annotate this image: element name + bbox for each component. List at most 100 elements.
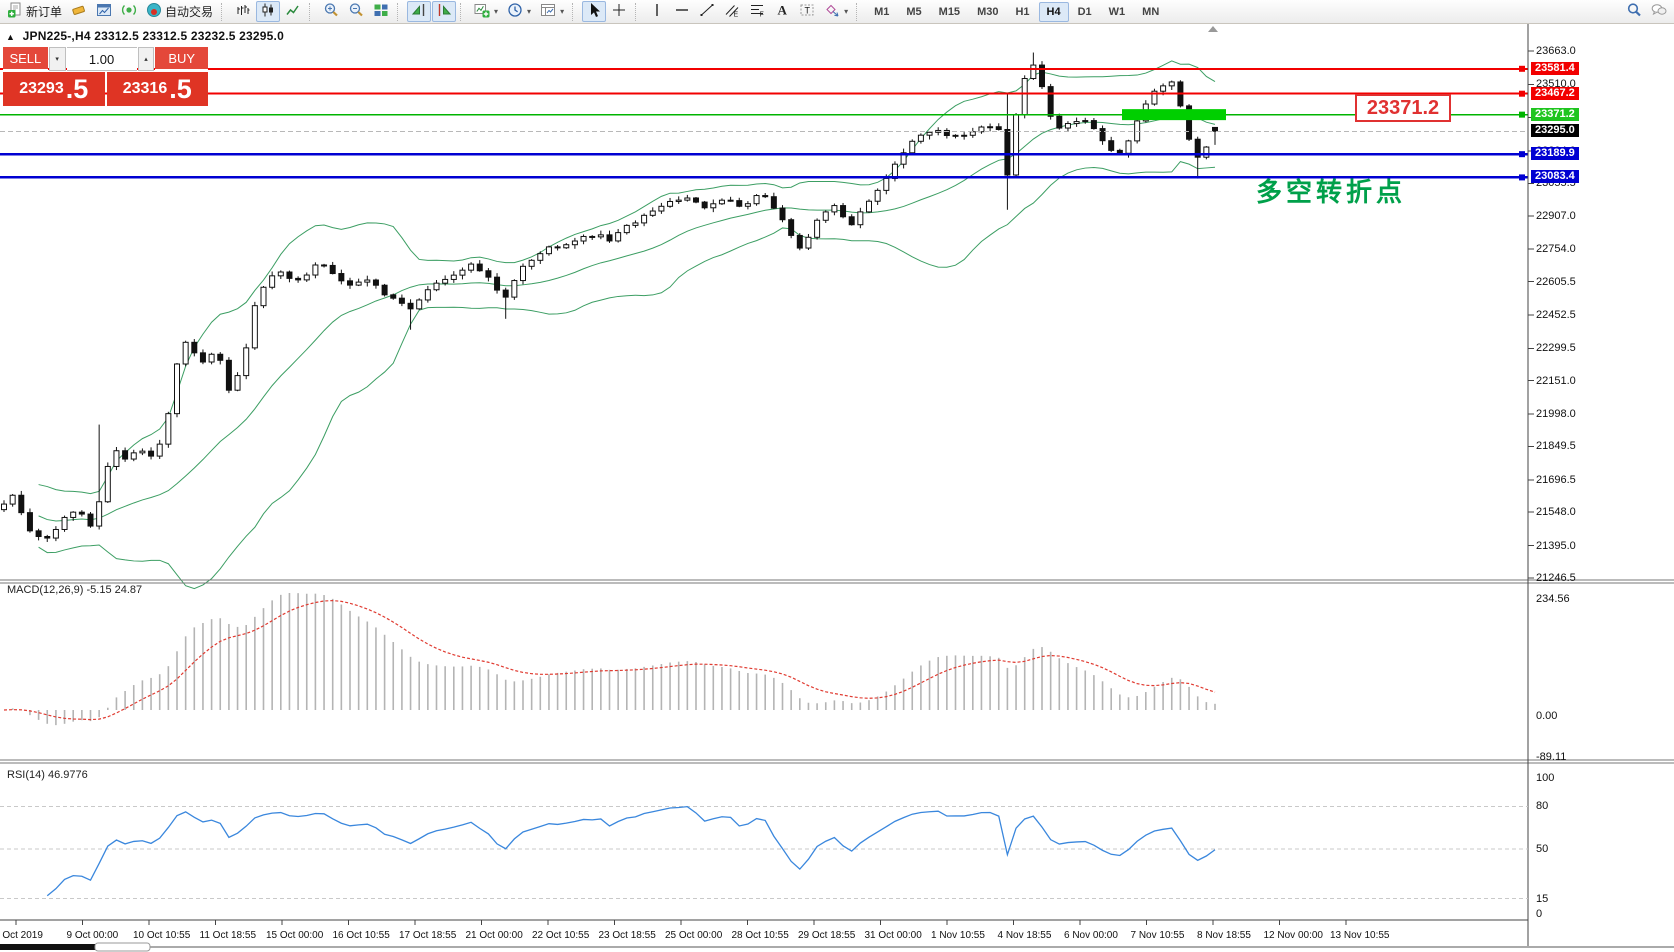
- macd-name: MACD(12,26,9): [7, 584, 84, 596]
- sell-price[interactable]: 23293 .5: [3, 72, 105, 106]
- macd-signal-value: 24.87: [114, 584, 143, 596]
- crosshair-icon: [611, 2, 627, 21]
- toolbar-separator: [635, 2, 640, 21]
- volume-increase-button[interactable]: ▴: [137, 47, 155, 71]
- trendline-button[interactable]: [695, 1, 719, 22]
- toolbar-separator: [221, 2, 226, 21]
- chevron-down-icon[interactable]: ▾: [494, 7, 498, 16]
- templates-button[interactable]: ▾: [536, 1, 568, 22]
- toolbar-separator: [856, 2, 861, 21]
- chart-shift-button[interactable]: [407, 1, 432, 22]
- symbol-collapse-icon[interactable]: ▲: [6, 32, 15, 42]
- line-chart-icon: [285, 2, 301, 21]
- fibonacci-button[interactable]: F: [745, 1, 769, 22]
- eraser-button[interactable]: [67, 1, 91, 22]
- charts-icon: [96, 2, 112, 21]
- chat-button[interactable]: [1647, 1, 1671, 22]
- candlestick-button[interactable]: [256, 1, 281, 22]
- bar-chart-button[interactable]: [231, 1, 255, 22]
- chevron-down-icon[interactable]: ▾: [560, 7, 564, 16]
- horizontal-line-button[interactable]: [670, 1, 694, 22]
- signal-button[interactable]: [117, 1, 141, 22]
- chat-icon: [1651, 2, 1667, 21]
- toolbar-separator: [309, 2, 314, 21]
- search-button[interactable]: [1622, 1, 1646, 22]
- autotrading-button[interactable]: 自动交易: [142, 1, 217, 22]
- charts-button[interactable]: [92, 1, 116, 22]
- bar-chart-icon: [235, 2, 251, 21]
- fibonacci-icon: F: [749, 2, 765, 21]
- zoom-in-button[interactable]: [319, 1, 343, 22]
- crosshair-button[interactable]: [607, 1, 631, 22]
- rsi-value: 46.9776: [47, 769, 88, 781]
- svg-text:F: F: [760, 12, 764, 19]
- chart-ohlc: 23312.5 23312.5 23232.5 23295.0: [94, 29, 284, 43]
- chart-title: ▲ JPN225-,H4 23312.5 23312.5 23232.5 232…: [6, 29, 284, 43]
- label-button[interactable]: T: [795, 1, 819, 22]
- text-button[interactable]: A: [770, 1, 794, 22]
- volume-input[interactable]: [66, 47, 137, 71]
- macd-main-value: -5.15: [86, 584, 112, 596]
- label-icon: T: [799, 2, 815, 21]
- channel-button[interactable]: E: [720, 1, 744, 22]
- vertical-line-button[interactable]: [645, 1, 669, 22]
- price-callout: 23371.2: [1355, 94, 1451, 122]
- vertical-line-icon: [649, 2, 665, 21]
- timeframe-h4[interactable]: H4: [1038, 1, 1069, 22]
- timeframe-m30[interactable]: M30: [969, 2, 1006, 22]
- timeframe-m15[interactable]: M15: [931, 2, 968, 22]
- annotation-note: 多空转折点: [1256, 177, 1407, 207]
- line-chart-button[interactable]: [281, 1, 305, 22]
- new-order-button[interactable]: 新订单: [3, 1, 66, 22]
- chart-window: ▲ JPN225-,H4 23312.5 23312.5 23232.5 232…: [0, 24, 1674, 952]
- add-indicator-icon: [474, 2, 490, 21]
- timeframe-h1[interactable]: H1: [1007, 2, 1037, 22]
- tile-windows-icon: [373, 2, 389, 21]
- rsi-name: RSI(14): [7, 769, 45, 781]
- trendline-icon: [699, 2, 715, 21]
- timeframe-m1[interactable]: M1: [866, 2, 897, 22]
- cursor-icon: [586, 2, 602, 21]
- toolbar-separator: [572, 2, 577, 21]
- one-click-trading-panel: SELL ▾ ▴ BUY 23293 .5 23316 .5: [3, 47, 209, 106]
- shapes-icon: [824, 2, 840, 21]
- chevron-down-icon[interactable]: ▾: [527, 7, 531, 16]
- buy-price-main: 23316: [122, 80, 168, 97]
- shapes-button[interactable]: ▾: [820, 1, 852, 22]
- zoom-out-icon: [348, 2, 364, 21]
- auto-scroll-button[interactable]: [432, 1, 457, 22]
- svg-text:A: A: [778, 3, 788, 18]
- toolbar-button-label: 自动交易: [165, 5, 214, 19]
- buy-button[interactable]: BUY: [155, 47, 209, 71]
- periods-button[interactable]: ▾: [503, 1, 535, 22]
- chart-symbol: JPN225-,H4: [22, 29, 91, 43]
- volume-decrease-button[interactable]: ▾: [48, 47, 66, 71]
- templates-icon: [540, 2, 556, 21]
- buy-price-frac: .5: [169, 73, 192, 104]
- zoom-out-button[interactable]: [344, 1, 368, 22]
- toolbar-button-label: 新订单: [26, 5, 63, 19]
- sell-price-frac: .5: [65, 73, 89, 104]
- horizontal-line-icon: [674, 2, 690, 21]
- text-icon: A: [774, 2, 790, 21]
- toolbar-separator: [460, 2, 465, 21]
- channel-icon: E: [724, 2, 740, 21]
- toolbar-separator: [397, 2, 402, 21]
- zoom-in-icon: [323, 2, 339, 21]
- new-order-icon: [7, 2, 23, 21]
- timeframe-m5[interactable]: M5: [898, 2, 929, 22]
- sell-price-main: 23293: [19, 80, 64, 97]
- tile-windows-button[interactable]: [369, 1, 393, 22]
- buy-price[interactable]: 23316 .5: [106, 72, 208, 106]
- chevron-down-icon[interactable]: ▾: [844, 7, 848, 16]
- sell-button[interactable]: SELL: [3, 47, 48, 71]
- timeframe-w1[interactable]: W1: [1101, 2, 1134, 22]
- timeframe-mn[interactable]: MN: [1134, 2, 1167, 22]
- trading-terminal-window: 新订单 自动交易 ▾ ▾ ▾ E F A T ▾ M1 M5 M15 M30 H1 H4 D1 W1 MN ▲ JP…: [0, 0, 1674, 952]
- auto-scroll-icon: [436, 2, 452, 21]
- timeframe-d1[interactable]: D1: [1070, 2, 1100, 22]
- cursor-button[interactable]: [582, 1, 607, 22]
- toolbar: 新订单 自动交易 ▾ ▾ ▾ E F A T ▾ M1 M5 M15 M30 H1 H4 D1 W1 MN: [0, 0, 1674, 24]
- search-icon: [1626, 2, 1642, 21]
- add-indicator-button[interactable]: ▾: [470, 1, 502, 22]
